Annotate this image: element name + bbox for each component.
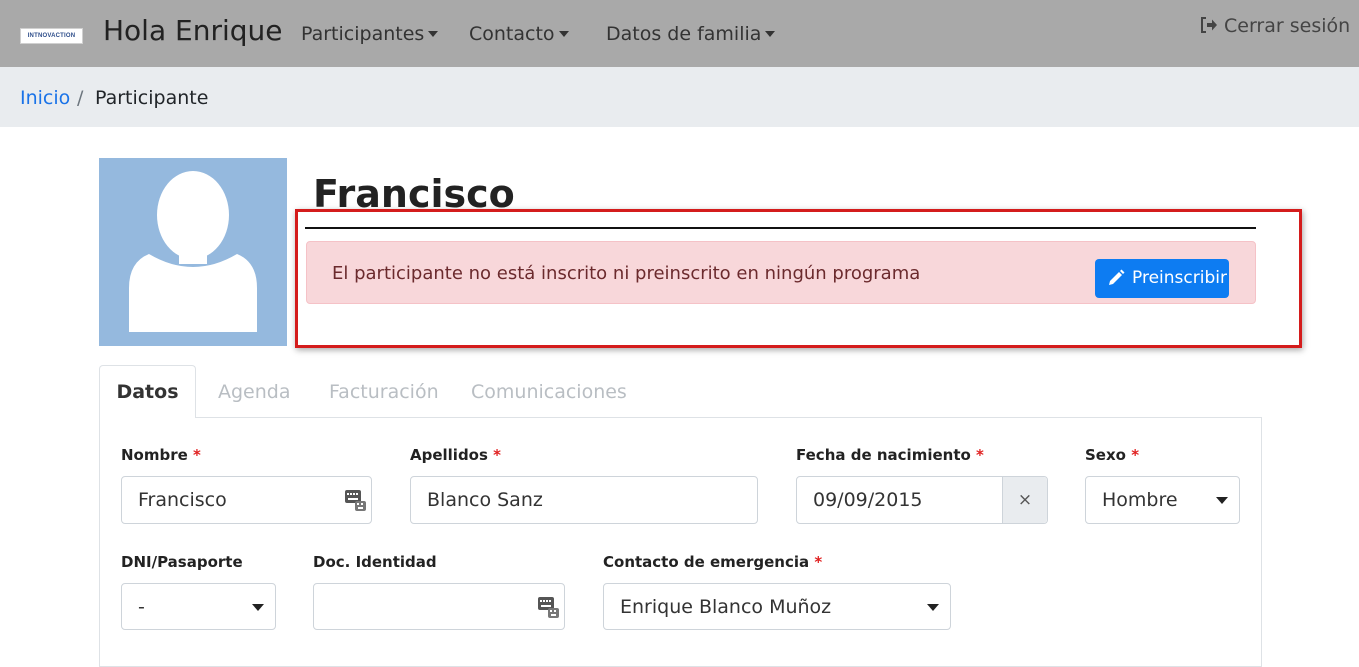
- dni-label: DNI/Pasaporte: [121, 553, 243, 571]
- fecha-label-text: Fecha de nacimiento: [796, 446, 971, 464]
- user-silhouette-icon: [129, 171, 257, 332]
- participant-name: Francisco: [313, 172, 515, 216]
- doc-identidad-input[interactable]: [330, 585, 518, 629]
- nav-datos-familia-dropdown[interactable]: Datos de familia: [606, 22, 776, 46]
- sexo-label: Sexo *: [1085, 446, 1139, 464]
- chevron-down-icon: [927, 604, 939, 611]
- logout-link[interactable]: Cerrar sesión: [1200, 14, 1350, 38]
- sexo-label-text: Sexo: [1085, 446, 1126, 464]
- contacto-emergencia-select[interactable]: Enrique Blanco Muñoz: [603, 583, 951, 630]
- breadcrumb-current: Participante: [95, 87, 209, 109]
- chevron-down-icon: [1216, 497, 1228, 504]
- sign-out-icon: [1201, 17, 1217, 33]
- dni-value: -: [138, 596, 145, 618]
- nav-contacto-dropdown[interactable]: Contacto: [469, 22, 569, 46]
- sexo-value: Hombre: [1102, 489, 1178, 511]
- sexo-select[interactable]: Hombre: [1085, 476, 1240, 524]
- doc-identidad-field[interactable]: [313, 583, 565, 630]
- pencil-icon: [1109, 269, 1125, 285]
- nav-participantes-label: Participantes: [301, 23, 425, 45]
- clear-date-button[interactable]: ×: [1002, 477, 1047, 523]
- fecha-label: Fecha de nacimiento *: [796, 446, 984, 464]
- company-logo[interactable]: INTNOVACTION: [20, 28, 83, 44]
- keyboard-icon[interactable]: [345, 490, 366, 511]
- keyboard-icon[interactable]: [538, 597, 559, 618]
- apellidos-label-text: Apellidos: [410, 446, 488, 464]
- required-mark: *: [814, 553, 823, 571]
- nav-participantes-dropdown[interactable]: Participantes: [301, 22, 439, 46]
- required-mark: *: [976, 446, 984, 464]
- tab-comunicaciones[interactable]: Comunicaciones: [471, 380, 627, 404]
- nombre-input[interactable]: [138, 478, 325, 522]
- nombre-label: Nombre *: [121, 446, 201, 464]
- apellidos-field[interactable]: [410, 476, 758, 524]
- apellidos-input[interactable]: [427, 478, 691, 522]
- logout-label: Cerrar sesión: [1224, 15, 1351, 37]
- chevron-down-icon: [765, 31, 776, 37]
- chevron-down-icon: [252, 604, 264, 611]
- tab-facturacion[interactable]: Facturación: [329, 380, 439, 404]
- breadcrumb-home-link[interactable]: Inicio: [20, 86, 70, 110]
- chevron-down-icon: [558, 31, 569, 37]
- apellidos-label: Apellidos *: [410, 446, 501, 464]
- chevron-down-icon: [428, 31, 439, 37]
- nombre-label-text: Nombre: [121, 446, 188, 464]
- tab-agenda[interactable]: Agenda: [218, 380, 291, 404]
- navbar-brand[interactable]: Hola Enrique: [103, 13, 283, 49]
- contacto-emergencia-value: Enrique Blanco Muñoz: [620, 596, 832, 618]
- tab-datos[interactable]: Datos: [99, 365, 196, 418]
- preinscribir-button[interactable]: Preinscribir: [1095, 259, 1229, 298]
- fecha-nacimiento-value[interactable]: 09/09/2015: [813, 489, 923, 511]
- required-mark: *: [1131, 446, 1140, 464]
- contacto-emergencia-label: Contacto de emergencia *: [603, 553, 822, 571]
- header-divider: [305, 227, 1256, 229]
- avatar: [99, 158, 287, 346]
- required-mark: *: [493, 446, 502, 464]
- preinscribir-label: Preinscribir: [1132, 268, 1227, 288]
- logo-text: INTNOVACTION: [27, 33, 76, 39]
- doc-identidad-label: Doc. Identidad: [313, 553, 437, 571]
- required-mark: *: [193, 446, 201, 464]
- breadcrumb-separator: /: [77, 87, 84, 109]
- nav-contacto-label: Contacto: [469, 23, 555, 45]
- nombre-field[interactable]: [121, 476, 372, 524]
- enrollment-alert-text: El participante no está inscrito ni prei…: [332, 263, 921, 284]
- nav-datos-familia-label: Datos de familia: [606, 23, 762, 45]
- dni-select[interactable]: -: [121, 583, 276, 630]
- contacto-emergencia-label-text: Contacto de emergencia: [603, 553, 810, 571]
